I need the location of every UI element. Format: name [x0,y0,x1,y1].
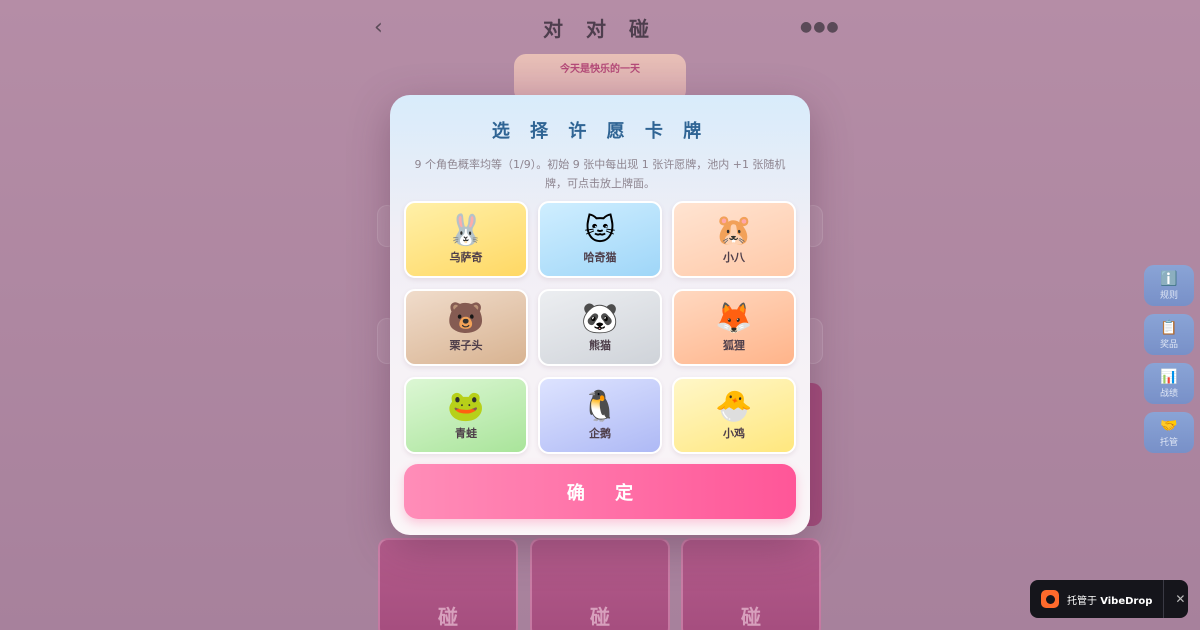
frog-icon: 🐸 [447,389,485,424]
rabbit-icon: 🐰 [447,213,485,248]
board-card[interactable]: 碰 [530,538,670,630]
vibedrop-prefix: 托管于 [1067,595,1101,607]
record-button[interactable]: 📊 战绩 [1144,363,1194,404]
rules-label: 规则 [1159,290,1178,301]
auto-play-label: 托管 [1159,437,1178,448]
wish-card-name: 熊猫 [589,339,611,352]
vibedrop-logo-icon [1041,590,1059,608]
page-title: 对 对 碰 [543,16,657,41]
board-card[interactable]: 碰 [681,538,821,630]
vibedrop-text: 托管于 VibeDrop [1067,592,1152,607]
wish-card-name: 企鹅 [589,427,611,440]
wish-card-name: 乌萨奇 [449,251,483,264]
bar-chart-icon: 📊 [1160,368,1178,385]
prizes-label: 奖品 [1159,339,1178,350]
wish-card-hachiware[interactable]: 🐱 哈奇猫 [538,201,662,278]
board-card-label: 碰 [438,605,458,629]
clipboard-icon: 📋 [1160,319,1178,336]
close-icon[interactable]: ✕ [1175,592,1185,606]
wish-card-name: 小八 [723,251,745,264]
wish-card-name: 哈奇猫 [583,251,617,264]
more-horizontal-icon[interactable]: ●●● [800,19,840,35]
wish-card-grid: 🐰 乌萨奇 🐱 哈奇猫 🐹 小八 🐻 栗子头 🐼 熊猫 🦊 狐狸 🐸 青蛙 � [404,201,796,454]
banner-text: 今天是快乐的一天 [560,64,640,75]
confirm-label: 确 定 [566,482,646,504]
wish-card-fox[interactable]: 🦊 狐狸 [672,289,796,366]
chevron-left-icon[interactable]: ‹ [360,15,400,40]
cat-icon: 🐱 [584,213,616,248]
penguin-icon: 🐧 [581,389,619,424]
dialog-description: 9 个角色概率均等（1/9）。初始 9 张中每出现 1 张许愿牌，池内 +1 张… [414,158,786,190]
dialog-title: 选 择 许 愿 卡 牌 [491,121,709,142]
confirm-button[interactable]: 确 定 [404,464,796,519]
auto-play-button[interactable]: 🤝 托管 [1144,412,1194,453]
vibedrop-brand: VibeDrop [1100,595,1153,607]
board-card[interactable]: 碰 [378,538,518,630]
hamster-icon: 🐹 [715,213,753,248]
fox-icon: 🦊 [715,301,753,336]
panda-icon: 🐼 [581,301,619,336]
wish-card-panda[interactable]: 🐼 熊猫 [538,289,662,366]
wish-card-name: 青蛙 [455,427,477,440]
wish-card-name: 小鸡 [723,427,745,440]
wish-card-frog[interactable]: 🐸 青蛙 [404,377,528,454]
bear-icon: 🐻 [447,301,485,336]
wish-card-name: 狐狸 [723,339,745,352]
rules-button[interactable]: ℹ️ 规则 [1144,265,1194,306]
side-panel: ℹ️ 规则 📋 奖品 📊 战绩 🤝 托管 [1144,265,1194,461]
chick-icon: 🐣 [715,389,753,424]
wish-card-xiaoba[interactable]: 🐹 小八 [672,201,796,278]
divider [1163,580,1165,618]
wish-card-chestnut[interactable]: 🐻 栗子头 [404,289,528,366]
wish-card-chick[interactable]: 🐣 小鸡 [672,377,796,454]
wish-card-penguin[interactable]: 🐧 企鹅 [538,377,662,454]
vibedrop-badge[interactable]: 托管于 VibeDrop ✕ [1030,580,1188,618]
board-card-label: 碰 [590,605,610,629]
handshake-icon: 🤝 [1160,417,1178,434]
wish-card-dialog: 选 择 许 愿 卡 牌 9 个角色概率均等（1/9）。初始 9 张中每出现 1 … [390,95,810,535]
top-bar: ‹ 对 对 碰 ●●● [360,8,840,46]
wish-card-usagi[interactable]: 🐰 乌萨奇 [404,201,528,278]
info-icon: ℹ️ [1160,270,1178,287]
prizes-button[interactable]: 📋 奖品 [1144,314,1194,355]
record-label: 战绩 [1159,388,1178,399]
wish-card-name: 栗子头 [449,339,483,352]
board-card-label: 碰 [741,605,761,629]
